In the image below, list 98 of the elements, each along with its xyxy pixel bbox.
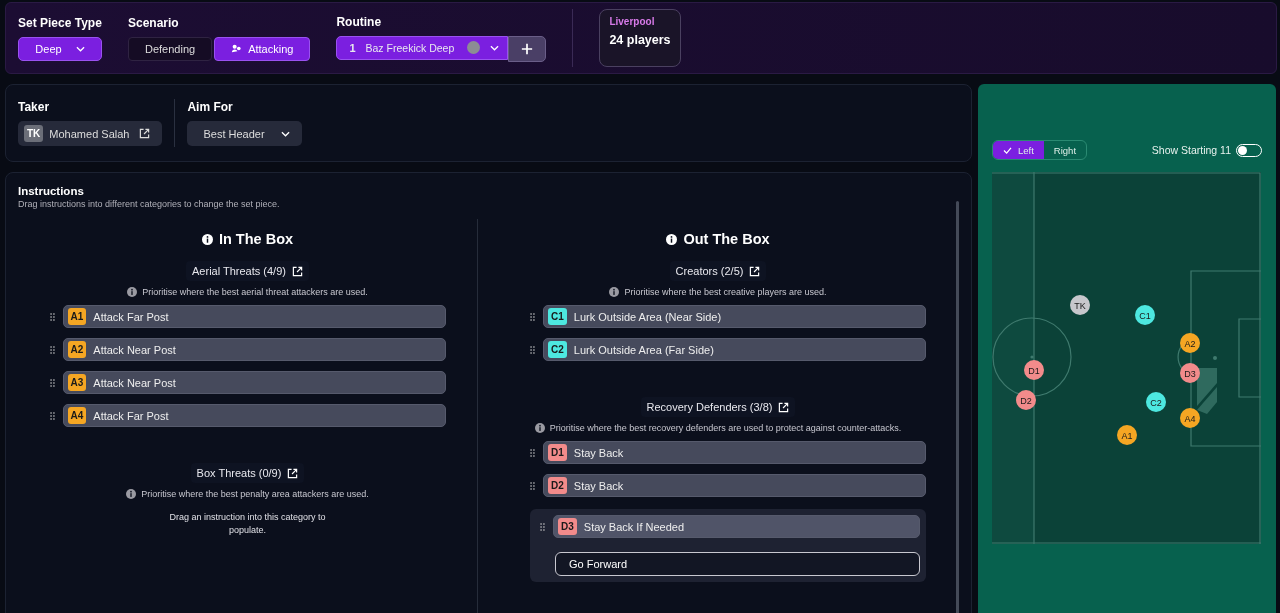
instruction-text: Stay Back If Needed [583, 520, 685, 533]
instruction-row[interactable]: D2 Stay Back [543, 474, 926, 497]
instruction-row[interactable]: D3 Stay Back If Needed [553, 515, 920, 538]
instruction-row[interactable]: D1 Stay Back [543, 441, 926, 464]
info-icon [609, 287, 620, 297]
instruction-row[interactable]: C1 Lurk Outside Area (Near Side) [543, 305, 926, 328]
panel-subtitle: Drag instructions into different categories to change the set piece. [18, 199, 281, 209]
instruction-row[interactable]: A1 Attack Far Post [62, 305, 446, 328]
category-hint: Prioritise where the best recovery defenders are used to protect against counter-attacks. [549, 423, 902, 433]
instruction-text: Stay Back [573, 446, 624, 459]
drag-handle-icon[interactable] [49, 378, 55, 387]
position-badge: A1 [67, 308, 87, 325]
drag-handle-icon[interactable] [49, 345, 55, 354]
category-button[interactable]: Recovery Defenders (3/8) [640, 397, 796, 417]
side-tab[interactable]: Right [1043, 141, 1087, 159]
category-hint: Prioritise where the best aerial threat attackers are used. [142, 287, 368, 297]
player-marker[interactable]: A4 [1180, 408, 1200, 428]
instruction-text: Lurk Outside Area (Near Side) [573, 310, 722, 323]
player-marker[interactable]: TK [1070, 295, 1090, 315]
position-badge: A3 [67, 374, 87, 391]
external-link-icon [749, 265, 761, 277]
category-hint: Prioritise where the best penalty area attackers are used. [141, 489, 369, 499]
add-button[interactable] [508, 35, 547, 62]
option-button[interactable]: Go Forward [555, 552, 920, 576]
info-icon [201, 233, 213, 245]
category-button[interactable]: Aerial Threats (4/9) [186, 261, 309, 281]
column-title: Out The Box [683, 231, 770, 247]
instruction-text: Attack Near Post [93, 343, 176, 356]
category-button[interactable]: Box Threats (0/9) [190, 463, 305, 483]
chevron-icon [490, 44, 500, 51]
info-icon [127, 287, 138, 297]
info-icon [126, 489, 137, 499]
player-marker[interactable]: A2 [1180, 333, 1200, 353]
position-badge: D2 [548, 477, 567, 494]
player-marker[interactable]: A1 [1117, 425, 1137, 445]
plus-icon [521, 42, 534, 55]
scenario-tab[interactable]: Defending [128, 36, 213, 61]
position-badge: D3 [558, 518, 577, 535]
player-marker[interactable]: C2 [1146, 392, 1166, 412]
taker-chip[interactable]: TK Mohamed Salah [18, 121, 163, 146]
position-badge: D1 [548, 444, 567, 461]
info-icon [534, 423, 545, 433]
team-name: Liverpool [609, 16, 656, 27]
hatched-area [1197, 368, 1217, 414]
field-label: Aim For [187, 100, 234, 114]
drag-handle-icon[interactable] [530, 345, 535, 354]
taker-initials: TK [24, 125, 44, 142]
empty-message: Drag an instruction into this category to populate. [168, 511, 327, 537]
instruction-text: Stay Back [573, 479, 624, 492]
player-marker[interactable]: C1 [1135, 305, 1155, 325]
drag-handle-icon[interactable] [530, 481, 535, 490]
column-title: In The Box [218, 231, 294, 247]
drag-handle-icon[interactable] [530, 312, 535, 321]
position-badge: A4 [67, 407, 87, 424]
instruction-row[interactable]: A2 Attack Near Post [62, 338, 446, 361]
toggle-label: Show Starting 11 [1151, 144, 1231, 156]
chevron-icon [280, 130, 290, 137]
instruction-text: Attack Near Post [93, 376, 176, 389]
external-link-icon [139, 128, 151, 139]
instruction-row[interactable]: A4 Attack Far Post [62, 404, 446, 427]
position-badge: A2 [67, 341, 87, 358]
player-marker[interactable]: D2 [1016, 390, 1036, 410]
aim-dropdown[interactable]: Best Header [187, 121, 302, 146]
chevron-icon [75, 45, 85, 52]
status-dot-icon [467, 41, 481, 54]
side-tab[interactable]: Left [993, 141, 1044, 159]
check-icon [1003, 146, 1012, 154]
field-label: Set Piece Type [18, 15, 102, 30]
instruction-row[interactable]: A3 Attack Near Post [62, 371, 446, 394]
instruction-text: Attack Far Post [93, 409, 169, 422]
routine-dropdown[interactable]: 1 Baz Freekick Deep [336, 35, 509, 60]
scenario-tab[interactable]: Attacking [214, 36, 311, 61]
drag-handle-icon[interactable] [49, 312, 55, 321]
scrollbar[interactable] [956, 201, 959, 613]
position-badge: C1 [548, 308, 567, 325]
drag-handle-icon[interactable] [530, 448, 535, 457]
category-button[interactable]: Creators (2/5) [669, 261, 767, 281]
position-badge: C2 [548, 341, 567, 358]
drag-handle-icon[interactable] [49, 411, 55, 420]
info-icon [666, 233, 678, 245]
external-link-icon [287, 467, 299, 479]
people-icon [231, 43, 243, 54]
field-label: Routine [336, 14, 383, 29]
instruction-row[interactable]: C2 Lurk Outside Area (Far Side) [543, 338, 926, 361]
instruction-text: Attack Far Post [93, 310, 169, 323]
instruction-text: Lurk Outside Area (Far Side) [573, 343, 714, 356]
taker-name: Mohamed Salah [49, 127, 130, 140]
set-piece-dropdown[interactable]: Deep [18, 36, 102, 61]
drag-handle-icon[interactable] [540, 522, 545, 531]
external-link-icon [778, 401, 790, 413]
player-count: 24 players [609, 33, 672, 47]
category-hint: Prioritise where the best creative players are used. [624, 287, 827, 297]
external-link-icon [291, 265, 303, 277]
field-label: Scenario [128, 15, 180, 30]
player-marker[interactable]: D3 [1180, 363, 1200, 383]
field-label: Taker [18, 100, 51, 114]
panel-title: Instructions [18, 185, 85, 197]
player-marker[interactable]: D1 [1024, 360, 1044, 380]
